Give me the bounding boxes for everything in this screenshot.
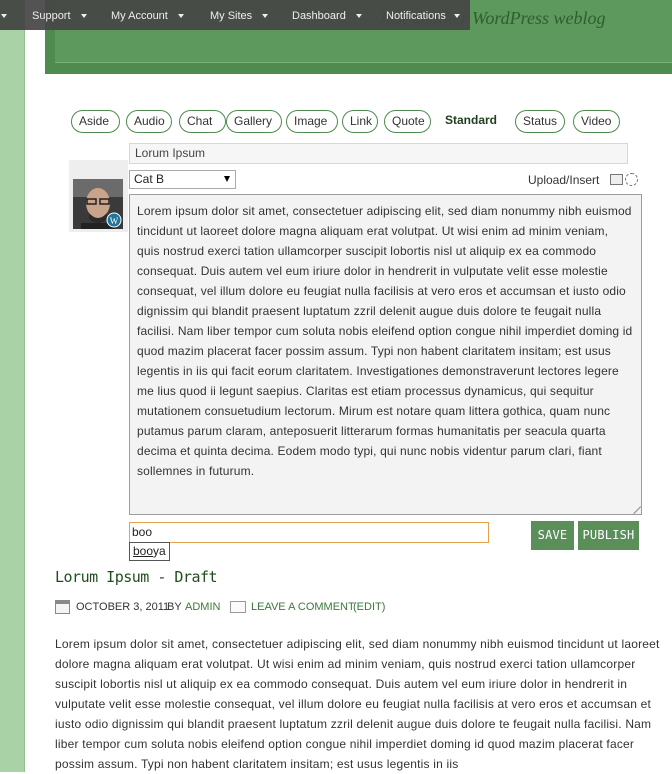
comment-icon [230,601,246,613]
avatar: W [73,179,123,229]
upload-insert-label[interactable]: Upload/Insert [528,173,599,187]
format-status[interactable]: Status [515,110,565,133]
media-upload-icon[interactable] [610,174,623,185]
post-content-textarea[interactable]: Lorem ipsum dolor sit amet, consectetuer… [129,194,642,515]
svg-text:W: W [110,216,119,226]
post-body: Lorem ipsum dolor sit amet, consectetuer… [55,637,660,771]
format-quote[interactable]: Quote [384,110,431,133]
gear-icon[interactable] [625,173,638,186]
edit-post-link[interactable]: (EDIT) [353,601,385,613]
format-video[interactable]: Video [573,110,620,133]
chevron-down-icon [177,14,184,19]
avatar-image: W [73,179,123,229]
format-link[interactable]: Link [342,110,378,133]
admin-bar-menu-arrow-icon[interactable] [1,14,7,18]
adminbar-my-sites[interactable]: My Sites [210,0,269,30]
chevron-down-icon [262,14,269,19]
dropdown-arrow-icon [224,176,230,182]
publish-button[interactable]: PUBLISH [578,521,639,550]
post-by-label: BY [167,601,182,613]
chevron-down-icon [355,14,362,19]
format-aside[interactable]: Aside [71,110,120,133]
adminbar-my-account[interactable]: My Account [111,0,184,30]
format-gallery[interactable]: Gallery [226,110,282,133]
tags-input[interactable]: boo [129,522,489,543]
category-select[interactable]: Cat B [129,170,236,189]
format-audio[interactable]: Audio [126,110,172,133]
format-chat[interactable]: Chat [179,110,226,133]
format-standard[interactable]: Standard [445,110,498,133]
leave-comment-link[interactable]: LEAVE A COMMENT [251,601,355,613]
post-author-link[interactable]: ADMIN [185,601,220,613]
post-date: OCTOBER 3, 2011 [76,601,170,613]
adminbar-dashboard[interactable]: Dashboard [292,0,362,30]
tag-suggestion[interactable]: booya [129,542,170,561]
chevron-down-icon [453,14,460,19]
format-image[interactable]: Image [286,110,338,133]
left-stripe [0,0,25,772]
post-title-input[interactable]: Lorum Ipsum [129,143,628,164]
admin-bar: Support My Account My Sites Dashboard No… [0,0,470,30]
adminbar-notifications[interactable]: Notifications [386,0,460,30]
save-button[interactable]: SAVE [531,521,574,550]
post-title[interactable]: Lorum Ipsum - Draft [55,568,218,586]
calendar-icon [55,600,70,614]
adminbar-support[interactable]: Support [32,0,87,30]
chevron-down-icon [80,14,87,19]
